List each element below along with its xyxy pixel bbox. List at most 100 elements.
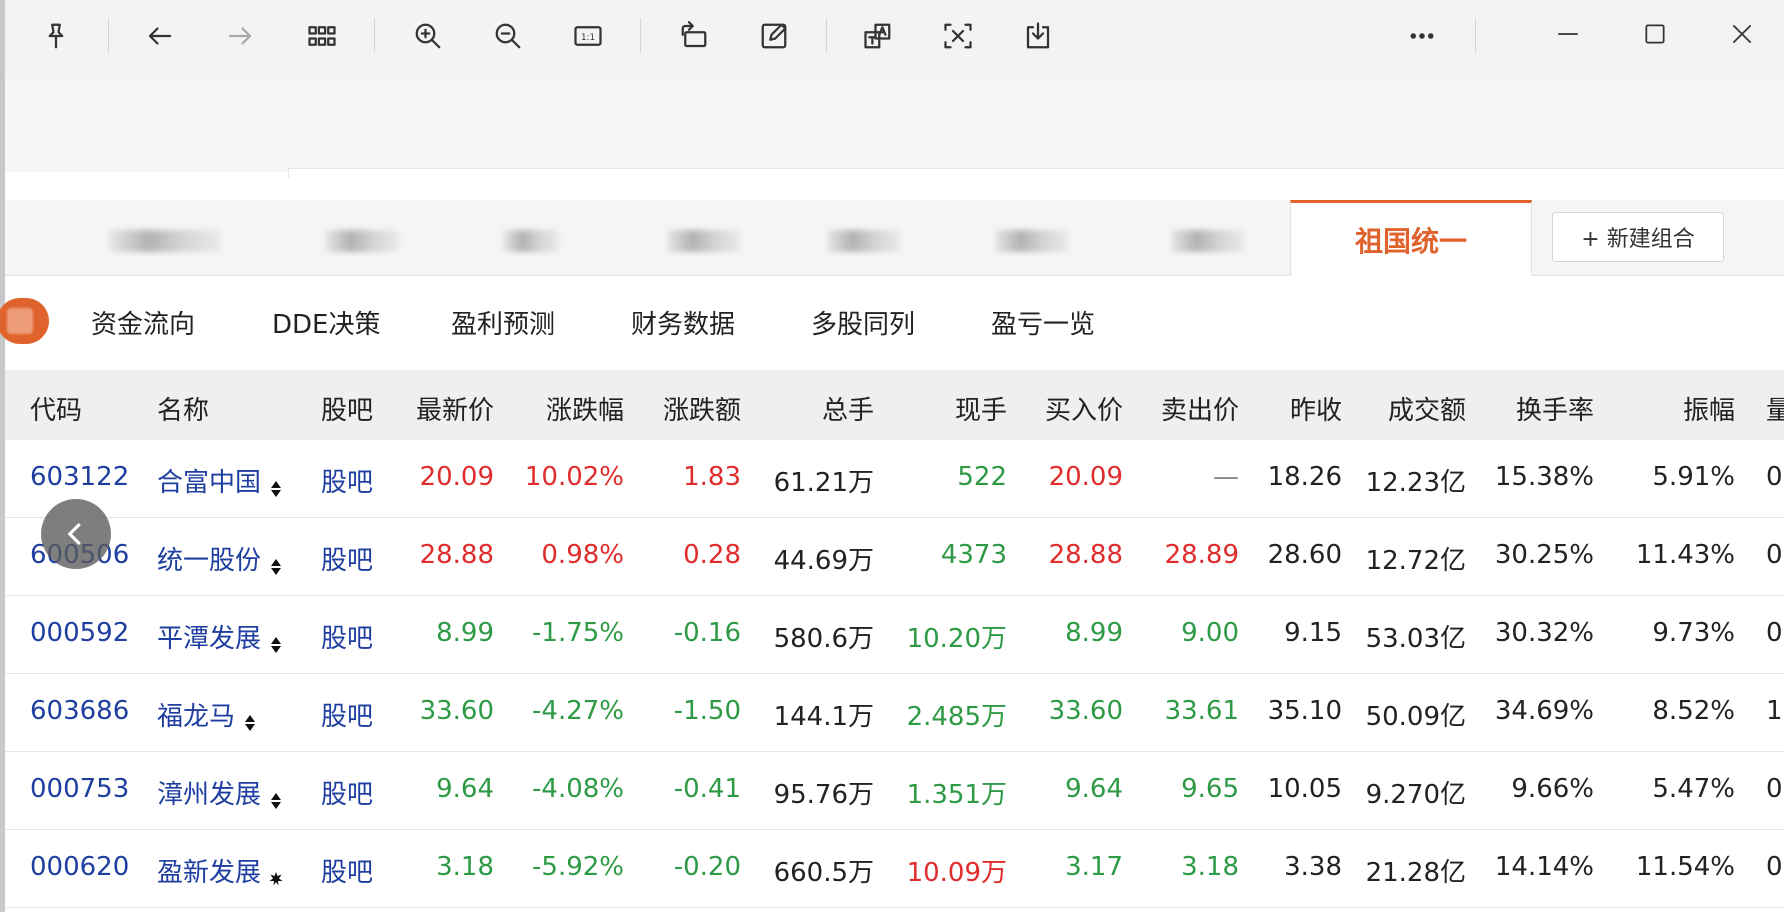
change-percent: -4.08% bbox=[532, 774, 624, 804]
change-amount-text: 0.28 bbox=[683, 540, 741, 570]
column-header[interactable]: 振幅 bbox=[1683, 390, 1735, 427]
change-percent-text: -4.27% bbox=[532, 696, 624, 726]
ocr-icon[interactable] bbox=[936, 14, 980, 58]
blurred-tab[interactable] bbox=[503, 230, 559, 252]
burst-icon bbox=[269, 865, 283, 885]
tab-earnings-forecast[interactable]: 盈利预测 bbox=[451, 304, 555, 341]
column-header[interactable]: 股吧 bbox=[321, 390, 373, 427]
close-icon[interactable] bbox=[1699, 0, 1784, 68]
stock-name[interactable]: 平潭发展 bbox=[157, 618, 283, 655]
stock-code[interactable]: 603686 bbox=[30, 696, 129, 726]
latest-price-text: 8.99 bbox=[436, 618, 494, 648]
stock-name[interactable]: 合富中国 bbox=[157, 462, 283, 499]
bid-price: 3.17 bbox=[1065, 852, 1123, 882]
column-header[interactable]: 名称 bbox=[157, 390, 209, 427]
app-header bbox=[5, 76, 1784, 172]
table-row[interactable]: 600506统一股份股吧28.880.98%0.2844.69万437328.8… bbox=[5, 518, 1784, 596]
edit-icon[interactable] bbox=[752, 14, 796, 58]
volume-ratio: 0. bbox=[1766, 774, 1784, 804]
amplitude-text: 11.43% bbox=[1635, 540, 1735, 570]
stock-name[interactable]: 福龙马 bbox=[157, 696, 257, 733]
column-header[interactable]: 量 bbox=[1766, 390, 1784, 427]
actual-size-icon[interactable]: 1:1 bbox=[566, 14, 610, 58]
turnover-rate-text: 34.69% bbox=[1494, 696, 1594, 726]
latest-price: 9.64 bbox=[436, 774, 494, 804]
forum-link[interactable]: 股吧 bbox=[321, 852, 373, 889]
volume-ratio: 0. bbox=[1766, 618, 1784, 648]
column-header[interactable]: 换手率 bbox=[1516, 390, 1594, 427]
rotate-icon[interactable] bbox=[672, 14, 716, 58]
tab-dde[interactable]: DDE决策 bbox=[272, 304, 380, 341]
stock-name-text: 合富中国 bbox=[157, 468, 262, 498]
zoom-out-icon[interactable] bbox=[486, 14, 530, 58]
blurred-tab[interactable] bbox=[827, 230, 901, 252]
blurred-tab[interactable] bbox=[109, 230, 221, 252]
column-header[interactable]: 代码 bbox=[30, 390, 82, 427]
stock-name-text: 盈新发展 bbox=[157, 858, 262, 888]
maximize-icon[interactable] bbox=[1612, 0, 1698, 68]
prev-close: 9.15 bbox=[1284, 618, 1342, 648]
forum-link[interactable]: 股吧 bbox=[321, 774, 373, 811]
ask-price: 9.00 bbox=[1181, 618, 1239, 648]
blurred-tab[interactable] bbox=[325, 230, 399, 252]
grid-icon[interactable] bbox=[300, 14, 344, 58]
toggle-pill-icon[interactable] bbox=[0, 298, 49, 344]
blurred-tab[interactable] bbox=[667, 230, 741, 252]
tab-fund-flow[interactable]: 资金流向 bbox=[91, 304, 195, 341]
volume-ratio: 0. bbox=[1766, 852, 1784, 882]
column-header[interactable]: 成交额 bbox=[1388, 390, 1466, 427]
tab-multi-stock[interactable]: 多股同列 bbox=[811, 304, 915, 341]
bid-price: 28.88 bbox=[1049, 540, 1123, 570]
total-volume: 95.76万 bbox=[774, 774, 874, 811]
column-header[interactable]: 总手 bbox=[822, 390, 874, 427]
column-header[interactable]: 现手 bbox=[955, 390, 1007, 427]
stock-code[interactable]: 000753 bbox=[30, 774, 129, 804]
forum-link[interactable]: 股吧 bbox=[321, 618, 373, 655]
amplitude: 11.54% bbox=[1636, 852, 1735, 882]
stock-name-text: 福龙马 bbox=[157, 702, 236, 732]
column-header[interactable]: 买入价 bbox=[1045, 390, 1123, 427]
forum-link[interactable]: 股吧 bbox=[321, 462, 373, 499]
table-row[interactable]: 000753 漳州发展 股吧 9.64 -4.08% -0.41 95.76万 1.351万 9… bbox=[5, 752, 1784, 830]
forum-link[interactable]: 股吧 bbox=[321, 540, 373, 577]
blurred-tab[interactable] bbox=[1171, 230, 1245, 252]
prev-close: 28.60 bbox=[1268, 540, 1342, 570]
translate-icon[interactable] bbox=[856, 14, 900, 58]
table-row[interactable]: 000592 平潭发展 股吧 8.99 -1.75% -0.16 580.6万 10.20万 8… bbox=[5, 596, 1784, 674]
minimize-icon[interactable] bbox=[1525, 0, 1611, 68]
more-icon[interactable] bbox=[1400, 14, 1444, 58]
prev-close-text: 10.05 bbox=[1267, 774, 1342, 804]
turnover-amount: 53.03亿 bbox=[1366, 618, 1466, 655]
stock-code[interactable]: 603122 bbox=[30, 462, 129, 492]
turnover-amount: 9.270亿 bbox=[1366, 774, 1466, 811]
pin-icon[interactable] bbox=[34, 14, 78, 58]
stock-name[interactable]: 盈新发展 bbox=[157, 852, 283, 889]
blurred-tab[interactable] bbox=[995, 230, 1069, 252]
save-icon[interactable] bbox=[1016, 14, 1060, 58]
turnover-amount: 12.23亿 bbox=[1366, 462, 1466, 499]
stock-code-text: 000592 bbox=[30, 618, 130, 648]
tab-financial-data[interactable]: 财务数据 bbox=[631, 304, 735, 341]
back-overlay-button[interactable] bbox=[41, 499, 111, 569]
column-header[interactable]: 最新价 bbox=[416, 390, 494, 427]
tab-pnl-overview[interactable]: 盈亏一览 bbox=[991, 304, 1095, 341]
forward-arrow-icon[interactable] bbox=[218, 14, 262, 58]
forum-link[interactable]: 股吧 bbox=[321, 696, 373, 733]
stock-name[interactable]: 统一股份 bbox=[157, 540, 283, 577]
table-row[interactable]: 603686 福龙马 股吧 33.60 -4.27% -1.50 144.1万 2.485万 3… bbox=[5, 674, 1784, 752]
table-row[interactable]: 000620 盈新发展 股吧 3.18 -5.92% -0.20 660.5万 10.09万 3… bbox=[5, 830, 1784, 908]
bid-price: 9.64 bbox=[1065, 774, 1123, 804]
zoom-in-icon[interactable] bbox=[406, 14, 450, 58]
stock-code[interactable]: 000620 bbox=[30, 852, 129, 882]
column-header[interactable]: 涨跌幅 bbox=[546, 390, 624, 427]
volume-ratio-text: 0. bbox=[1766, 852, 1784, 882]
column-header[interactable]: 涨跌额 bbox=[663, 390, 741, 427]
column-header[interactable]: 卖出价 bbox=[1161, 390, 1239, 427]
column-header[interactable]: 昨收 bbox=[1290, 390, 1342, 427]
stock-name[interactable]: 漳州发展 bbox=[157, 774, 283, 811]
new-group-button[interactable]: + 新建组合 bbox=[1552, 212, 1724, 262]
tab-active-group[interactable]: 祖国统一 bbox=[1290, 200, 1532, 277]
stock-code[interactable]: 000592 bbox=[30, 618, 129, 648]
back-arrow-icon[interactable] bbox=[138, 14, 182, 58]
table-row[interactable]: 603122 合富中国 股吧 20.09 10.02% 1.83 61.21万 522 20.0… bbox=[5, 440, 1784, 518]
